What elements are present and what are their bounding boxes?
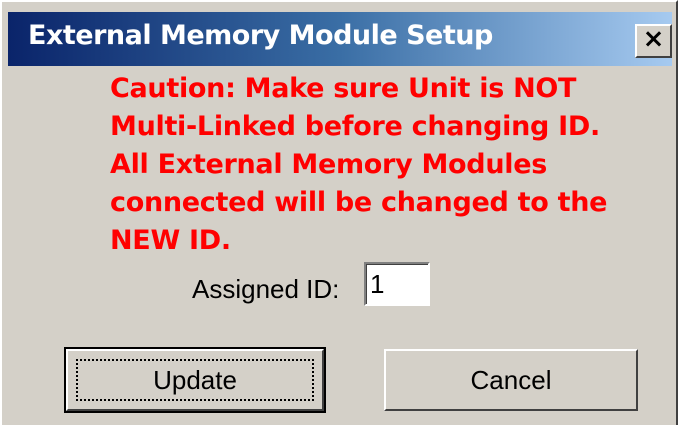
close-icon: ×: [642, 24, 665, 54]
caution-line: NEW ID.: [110, 225, 231, 256]
assigned-id-input[interactable]: [364, 262, 430, 306]
caution-line: connected will be changed to the: [110, 187, 608, 218]
window-title: External Memory Module Setup: [28, 20, 493, 51]
caution-line: Multi-Linked before changing ID.: [110, 111, 600, 142]
title-bar[interactable]: External Memory Module Setup: [8, 12, 672, 66]
assigned-id-label: Assigned ID:: [192, 274, 340, 304]
caution-line: All External Memory Modules: [110, 149, 547, 180]
update-button-label: Update: [76, 359, 314, 401]
update-button[interactable]: Update: [64, 347, 326, 413]
caution-message: Caution: Make sure Unit is NOT Multi-Lin…: [110, 70, 640, 260]
caution-line: Caution: Make sure Unit is NOT: [110, 73, 577, 104]
cancel-button[interactable]: Cancel: [384, 349, 638, 411]
close-button[interactable]: ×: [635, 24, 672, 58]
setup-dialog: External Memory Module Setup × Caution: …: [0, 0, 678, 425]
